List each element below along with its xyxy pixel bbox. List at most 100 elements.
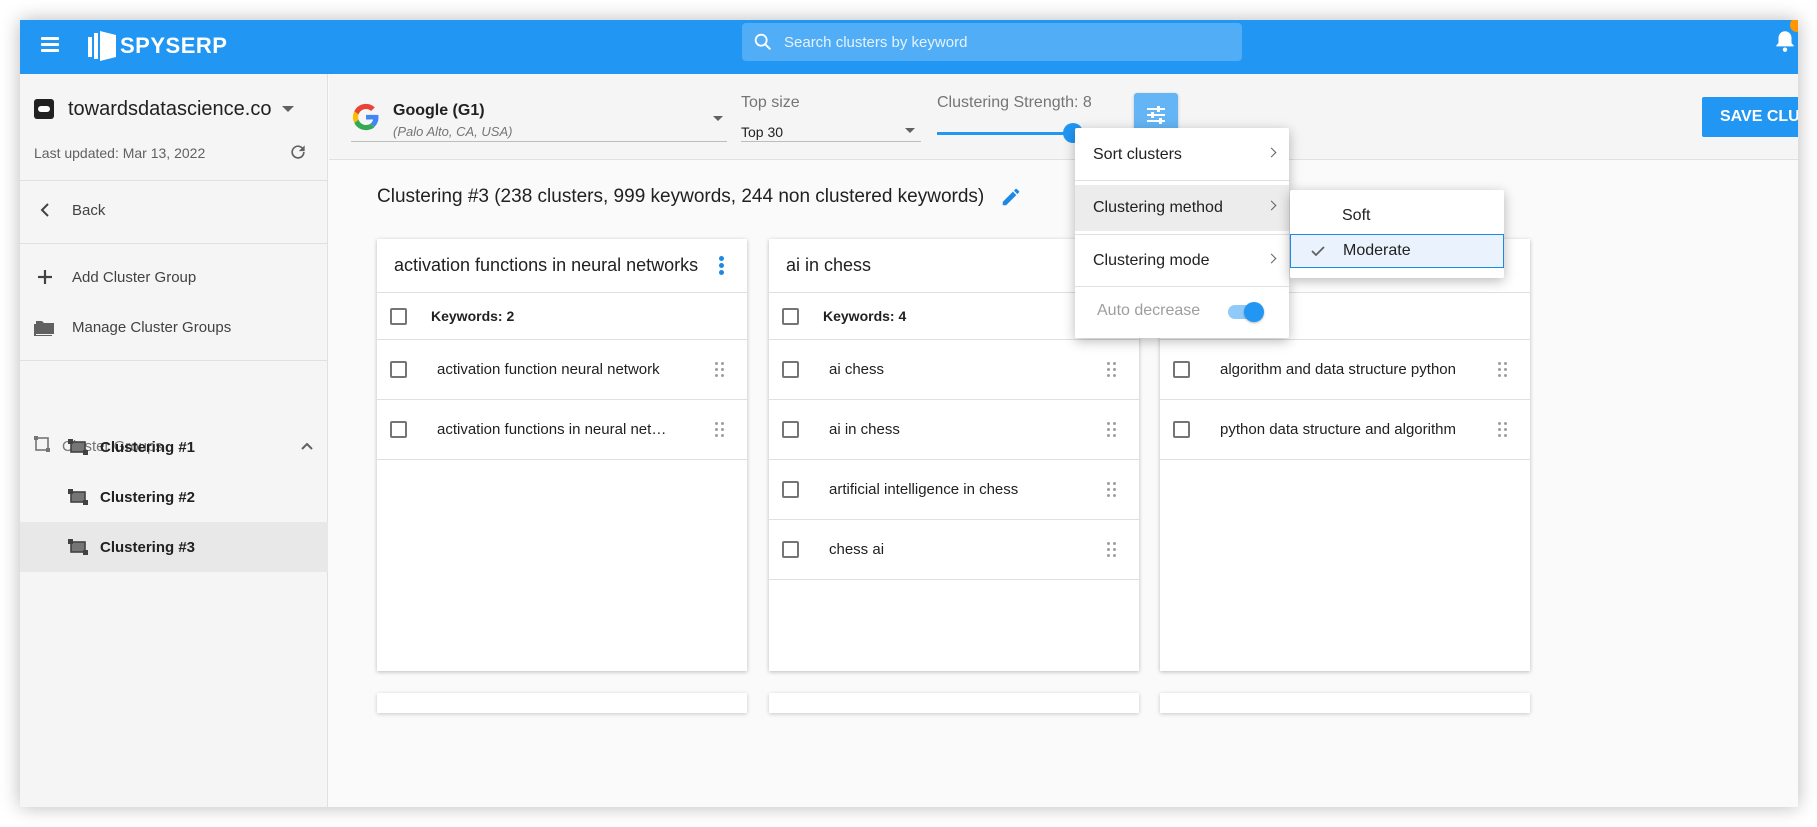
keyword-checkbox[interactable] xyxy=(1173,421,1190,438)
tune-sliders-icon xyxy=(1147,106,1165,124)
keyword-checkbox[interactable] xyxy=(1173,361,1190,378)
keywords-count: Keywords: 4 xyxy=(823,308,907,324)
clustering-method-submenu: Soft Moderate xyxy=(1290,190,1504,278)
cluster-title: ai in chess xyxy=(786,255,872,275)
keyword-text: python data structure and algorithm xyxy=(1220,421,1456,438)
sidebar-item-label: Clustering #1 xyxy=(100,438,196,456)
keyword-checkbox[interactable] xyxy=(390,421,407,438)
keyword-text: algorithm and data structure python xyxy=(1220,361,1456,378)
select-all-checkbox[interactable] xyxy=(782,307,799,325)
checkmark-icon xyxy=(1311,246,1325,257)
method-option-label: Moderate xyxy=(1343,242,1411,259)
keyword-text: ai in chess xyxy=(829,421,900,438)
keyword-text: chess ai xyxy=(829,541,885,558)
method-option-moderate[interactable]: Moderate xyxy=(1290,234,1504,268)
menu-item-label: Clustering method xyxy=(1093,199,1223,216)
auto-decrease-row: Auto decrease xyxy=(1075,288,1289,334)
clustering-title: Clustering #3 (238 clusters, 999 keyword… xyxy=(377,186,1022,208)
hamburger-menu-icon[interactable] xyxy=(38,33,62,57)
drag-handle-icon[interactable] xyxy=(1107,362,1117,378)
engine-location: (Palo Alto, CA, USA) xyxy=(393,124,513,139)
auto-decrease-toggle[interactable] xyxy=(1228,302,1264,322)
clustering-strength-label: Clustering Strength: 8 xyxy=(937,94,1092,111)
caret-down-icon xyxy=(713,116,723,121)
top-size-value: Top 30 xyxy=(741,124,784,140)
keyword-checkbox[interactable] xyxy=(390,361,407,378)
last-updated: Last updated: Mar 13, 2022 xyxy=(34,145,206,161)
save-clusters-button[interactable]: SAVE CLUST xyxy=(1702,97,1798,137)
keyword-checkbox[interactable] xyxy=(782,541,799,558)
spyserp-logo-icon xyxy=(88,31,116,61)
keyword-checkbox[interactable] xyxy=(782,421,799,438)
top-bar: SPYSERP xyxy=(20,20,1798,74)
plus-icon xyxy=(34,266,56,288)
select-all-checkbox[interactable] xyxy=(390,307,407,325)
manage-cluster-groups-label: Manage Cluster Groups xyxy=(72,318,232,336)
keyword-row: activation functions in neural networks xyxy=(377,400,747,460)
back-link[interactable]: Back xyxy=(34,196,105,224)
keyword-row: ai in chess xyxy=(769,400,1139,460)
spyserp-logo[interactable]: SPYSERP xyxy=(88,26,227,66)
keyword-text: activation function neural network xyxy=(437,361,660,378)
divider xyxy=(1075,286,1289,287)
keyword-text: ai chess xyxy=(829,361,885,378)
pencil-edit-icon[interactable] xyxy=(1000,186,1022,208)
keyword-checkbox[interactable] xyxy=(782,481,799,498)
cluster-group-icon xyxy=(68,489,88,505)
drag-handle-icon[interactable] xyxy=(1107,542,1117,558)
drag-handle-icon[interactable] xyxy=(1107,482,1117,498)
sidebar-item-clustering[interactable]: Clustering #3 xyxy=(20,522,328,572)
search-input[interactable] xyxy=(774,23,1242,61)
menu-item-label: Sort clusters xyxy=(1093,146,1182,163)
top-size-label: Top size xyxy=(741,94,800,111)
keyword-text: artificial intelligence in chess xyxy=(829,481,1019,498)
menu-item-clustering-method[interactable]: Clustering method xyxy=(1075,185,1289,231)
auto-decrease-label: Auto decrease xyxy=(1097,302,1201,319)
cluster-group-icon xyxy=(68,539,88,555)
keyword-row: algorithm and data structure python xyxy=(1160,340,1530,400)
slider-fill xyxy=(937,132,1074,135)
cluster-card-header: activation functions in neural networks xyxy=(377,239,747,293)
add-cluster-group-button[interactable]: Add Cluster Group xyxy=(34,263,196,291)
refresh-icon[interactable] xyxy=(288,142,308,162)
keyword-row: ai chess xyxy=(769,340,1139,400)
notifications-bell-icon[interactable] xyxy=(1772,20,1798,54)
top-size-select[interactable]: Top size Top 30 xyxy=(741,94,921,142)
add-cluster-group-label: Add Cluster Group xyxy=(72,268,197,286)
menu-item-label: Clustering mode xyxy=(1093,252,1210,269)
sidebar-item-clustering[interactable]: Clustering #1 xyxy=(20,422,328,472)
sidebar-item-label: Clustering #3 xyxy=(100,538,196,556)
divider xyxy=(20,180,328,181)
drag-handle-icon[interactable] xyxy=(1107,422,1117,438)
drag-handle-icon[interactable] xyxy=(715,422,725,438)
folders-icon xyxy=(34,316,56,338)
bell-icon xyxy=(1776,31,1794,52)
drag-handle-icon[interactable] xyxy=(1498,422,1508,438)
search-icon xyxy=(754,33,772,51)
search-bar[interactable] xyxy=(742,23,1242,61)
search-engine-select[interactable]: Google (G1) (Palo Alto, CA, USA) xyxy=(351,96,727,142)
keyword-checkbox[interactable] xyxy=(782,361,799,378)
manage-cluster-groups-button[interactable]: Manage Cluster Groups xyxy=(34,313,231,341)
sidebar-item-clustering[interactable]: Clustering #2 xyxy=(20,472,328,522)
keyword-row: artificial intelligence in chess xyxy=(769,460,1139,520)
keyword-text: activation functions in neural networks xyxy=(437,421,677,438)
keywords-count: Keywords: 2 xyxy=(431,308,515,324)
cluster-title: activation functions in neural networks xyxy=(394,255,699,275)
more-vert-icon[interactable] xyxy=(719,256,725,276)
method-option-soft[interactable]: Soft xyxy=(1290,199,1504,233)
drag-handle-icon[interactable] xyxy=(1498,362,1508,378)
drag-handle-icon[interactable] xyxy=(715,362,725,378)
back-label: Back xyxy=(72,201,106,219)
method-option-label: Soft xyxy=(1342,207,1371,224)
site-selector[interactable]: towardsdatascience.co xyxy=(34,94,314,124)
menu-item-sort-clusters[interactable]: Sort clusters xyxy=(1075,132,1289,178)
chevron-left-icon xyxy=(34,199,56,221)
site-favicon-icon xyxy=(34,99,54,119)
engine-name: Google (G1) xyxy=(393,102,485,119)
chevron-right-icon xyxy=(1266,200,1277,211)
caret-down-icon xyxy=(282,106,294,112)
divider xyxy=(1075,180,1289,181)
menu-item-clustering-mode[interactable]: Clustering mode xyxy=(1075,238,1289,284)
settings-menu: Sort clusters Clustering method Clusteri… xyxy=(1075,128,1289,338)
